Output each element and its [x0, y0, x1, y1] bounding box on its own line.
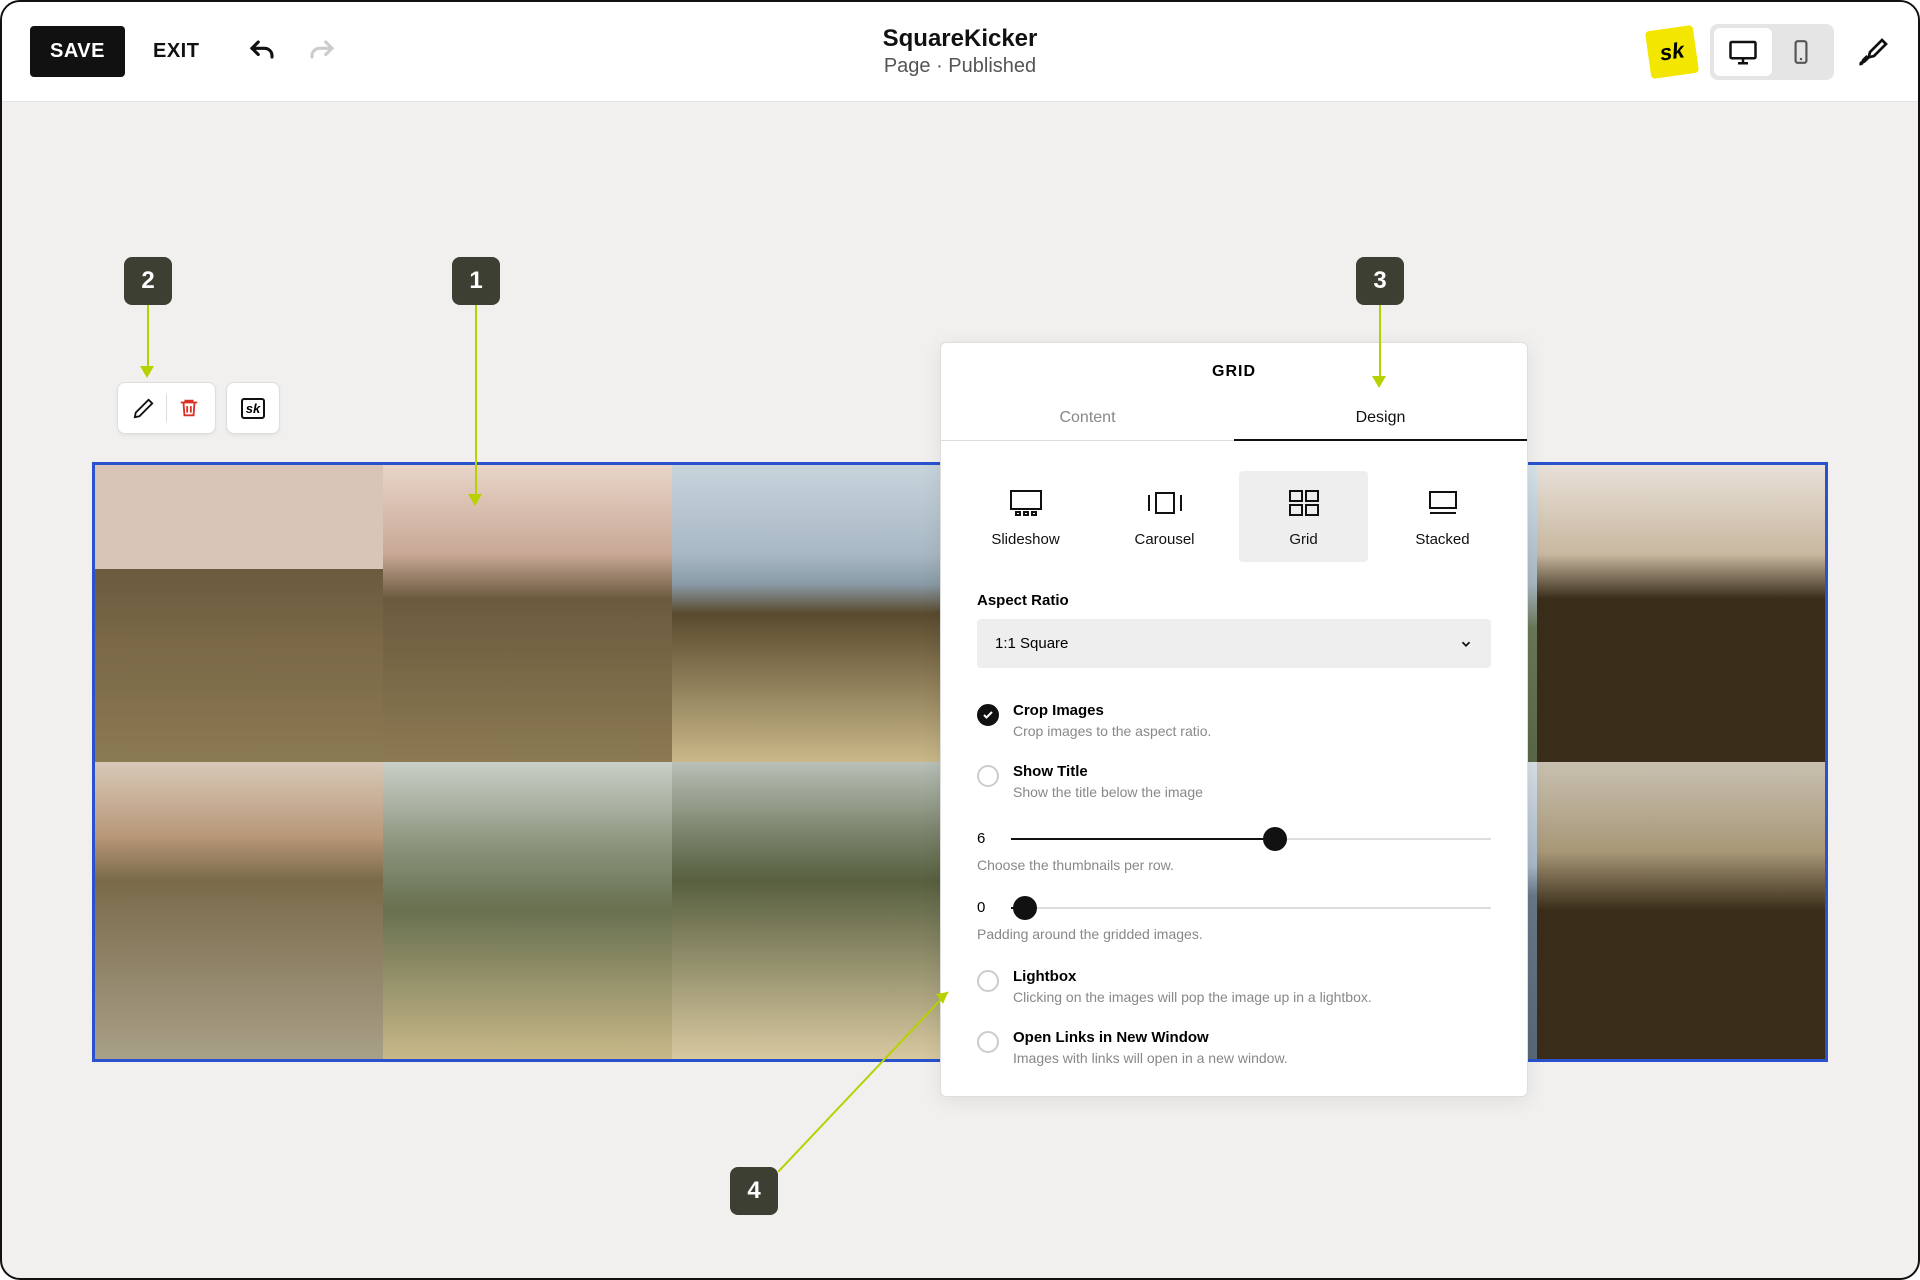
grid-icon [1288, 489, 1320, 517]
padding-value: 0 [977, 899, 991, 916]
layout-label: Slideshow [961, 531, 1090, 548]
sk-block-button[interactable]: sk [231, 386, 275, 430]
crop-images-desc: Crop images to the aspect ratio. [1013, 723, 1211, 739]
show-title-option: Show Title Show the title below the imag… [941, 739, 1527, 800]
arrow-3 [1379, 305, 1381, 377]
gallery-image[interactable] [383, 762, 671, 1059]
block-toolbar: sk [117, 382, 280, 434]
layout-slideshow[interactable]: Slideshow [961, 471, 1090, 562]
layout-stacked[interactable]: Stacked [1378, 471, 1507, 562]
show-title-title: Show Title [1013, 763, 1203, 780]
topbar-right: sk [1648, 24, 1890, 80]
thumbnails-slider: 6 Choose the thumbnails per row. [941, 800, 1527, 873]
annotation-2: 2 [124, 257, 172, 305]
site-title: SquareKicker [883, 25, 1038, 53]
lightbox-desc: Clicking on the images will pop the imag… [1013, 989, 1372, 1005]
arrow-head-3 [1372, 376, 1386, 388]
slideshow-icon [1008, 489, 1044, 517]
thumbnails-knob[interactable] [1263, 827, 1287, 851]
panel-title: GRID [941, 343, 1527, 397]
design-panel: GRID Content Design Slideshow Carousel G… [940, 342, 1528, 1097]
undo-icon [247, 37, 277, 67]
gallery-image[interactable] [1537, 465, 1825, 762]
new-window-title: Open Links in New Window [1013, 1029, 1288, 1046]
undo-button[interactable] [247, 37, 277, 67]
new-window-option: Open Links in New Window Images with lin… [941, 1005, 1527, 1096]
panel-tabs: Content Design [941, 397, 1527, 441]
new-window-checkbox[interactable] [977, 1031, 999, 1053]
edit-block-button[interactable] [122, 386, 166, 430]
exit-button[interactable]: EXIT [153, 40, 199, 63]
gallery-image[interactable] [1537, 762, 1825, 1059]
annotation-3: 3 [1356, 257, 1404, 305]
desktop-view-button[interactable] [1714, 28, 1772, 76]
topbar: SAVE EXIT SquareKicker Page · Published … [2, 2, 1918, 102]
aspect-ratio-label: Aspect Ratio [977, 592, 1491, 609]
redo-icon [307, 37, 337, 67]
crop-images-checkbox[interactable] [977, 704, 999, 726]
desktop-icon [1728, 37, 1758, 67]
crop-images-option: Crop Images Crop images to the aspect ra… [941, 688, 1527, 739]
layout-grid[interactable]: Grid [1239, 471, 1368, 562]
stacked-icon [1427, 489, 1459, 517]
annotation-4: 4 [730, 1167, 778, 1215]
arrow-1 [475, 305, 477, 495]
redo-button[interactable] [307, 37, 337, 67]
layout-label: Grid [1239, 531, 1368, 548]
topbar-center: SquareKicker Page · Published [883, 25, 1038, 78]
delete-block-button[interactable] [167, 386, 211, 430]
sk-badge[interactable]: sk [1645, 24, 1699, 78]
paintbrush-button[interactable] [1858, 36, 1890, 68]
chevron-down-icon [1459, 637, 1473, 651]
padding-desc: Padding around the gridded images. [977, 926, 1491, 942]
lightbox-option: Lightbox Clicking on the images will pop… [941, 942, 1527, 1005]
new-window-desc: Images with links will open in a new win… [1013, 1050, 1288, 1066]
gallery-image[interactable] [672, 465, 960, 762]
thumbnails-desc: Choose the thumbnails per row. [977, 857, 1491, 873]
padding-track[interactable] [1011, 907, 1491, 909]
tab-content[interactable]: Content [941, 397, 1234, 440]
arrow-head-1 [468, 494, 482, 506]
trash-icon [178, 397, 200, 419]
arrow-4 [778, 987, 953, 1172]
site-subtitle: Page · Published [883, 55, 1038, 78]
mobile-view-button[interactable] [1772, 28, 1830, 76]
layout-options: Slideshow Carousel Grid Stacked [941, 441, 1527, 592]
topbar-left: SAVE EXIT [30, 26, 337, 77]
pencil-icon [133, 397, 155, 419]
show-title-checkbox[interactable] [977, 765, 999, 787]
sk-icon: sk [241, 398, 265, 419]
show-title-desc: Show the title below the image [1013, 784, 1203, 800]
gallery-image[interactable] [383, 465, 671, 762]
device-toggle [1710, 24, 1834, 80]
padding-knob[interactable] [1013, 896, 1037, 920]
gallery-image[interactable] [95, 465, 383, 762]
arrow-2 [147, 305, 149, 367]
layout-label: Carousel [1100, 531, 1229, 548]
aspect-ratio-value: 1:1 Square [995, 635, 1068, 652]
gallery-image[interactable] [95, 762, 383, 1059]
layout-carousel[interactable]: Carousel [1100, 471, 1229, 562]
check-icon [982, 709, 994, 721]
aspect-ratio-select[interactable]: 1:1 Square [977, 619, 1491, 668]
carousel-icon [1147, 489, 1183, 517]
lightbox-checkbox[interactable] [977, 970, 999, 992]
thumbnails-value: 6 [977, 830, 991, 847]
tab-design[interactable]: Design [1234, 397, 1527, 441]
layout-label: Stacked [1378, 531, 1507, 548]
mobile-icon [1788, 39, 1814, 65]
thumbnails-track[interactable] [1011, 838, 1491, 840]
lightbox-title: Lightbox [1013, 968, 1372, 985]
arrow-head-2 [140, 366, 154, 378]
canvas: 2 1 3 4 sk [2, 102, 1918, 202]
padding-slider: 0 Padding around the gridded images. [941, 873, 1527, 942]
crop-images-title: Crop Images [1013, 702, 1211, 719]
save-button[interactable]: SAVE [30, 26, 125, 77]
annotation-1: 1 [452, 257, 500, 305]
paintbrush-icon [1858, 36, 1890, 68]
